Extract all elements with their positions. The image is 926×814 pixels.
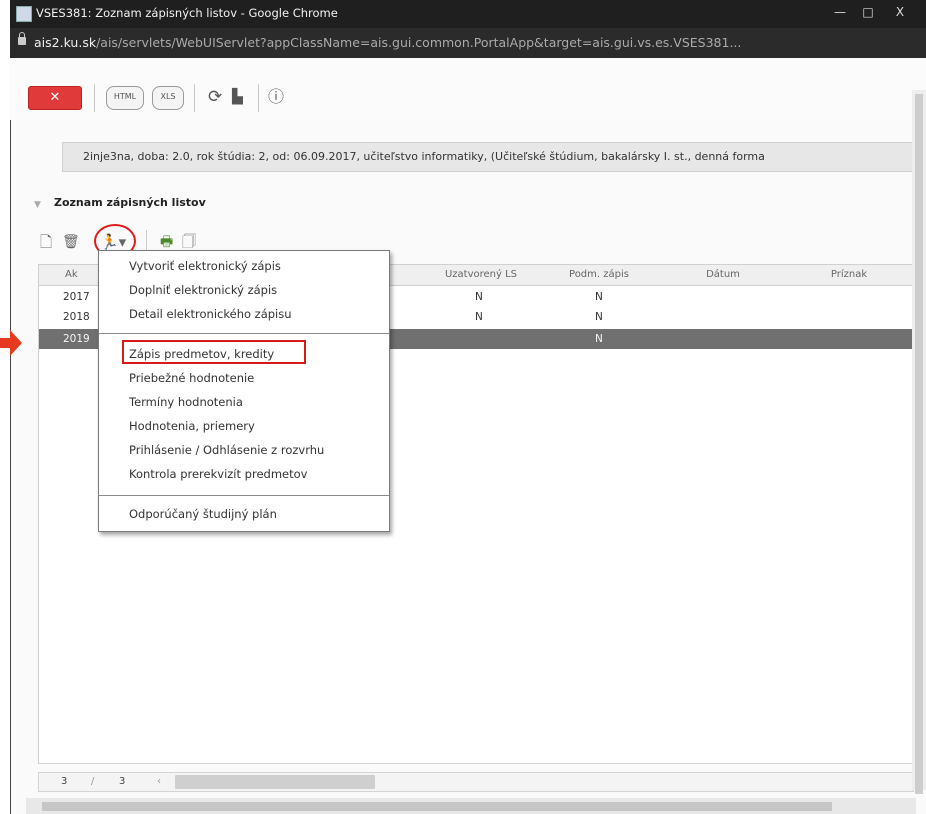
study-info-bar: 2inje3na, doba: 2.0, rok štúdia: 2, od: … bbox=[62, 142, 926, 172]
horizontal-scrollbar[interactable] bbox=[26, 798, 916, 814]
col-header-date[interactable]: Dátum bbox=[661, 265, 786, 286]
scrollbar-thumb[interactable] bbox=[42, 802, 832, 811]
toolbar-divider bbox=[94, 84, 95, 112]
menu-item-highlight-box bbox=[122, 340, 306, 364]
cell-conditional: N bbox=[595, 333, 603, 345]
copy-icon[interactable]: 🗍 bbox=[182, 232, 196, 252]
menu-item-enrollment-detail[interactable]: Detail elektronického zápisu bbox=[129, 307, 292, 321]
menu-divider bbox=[99, 495, 389, 496]
icon-divider bbox=[146, 230, 147, 252]
menu-item-recommended-plan[interactable]: Odporúčaný študijný plán bbox=[129, 507, 277, 521]
vertical-scrollbar[interactable] bbox=[912, 90, 926, 794]
actions-dropdown-menu: Vytvoriť elektronický zápis Doplniť elek… bbox=[98, 250, 390, 532]
col-header-closed[interactable]: Uzatvorený LS bbox=[425, 265, 538, 286]
close-window-button[interactable]: X bbox=[888, 4, 912, 20]
cell-closed: N bbox=[475, 291, 483, 303]
delete-icon[interactable]: 🗑 bbox=[62, 232, 80, 252]
minimize-button[interactable]: — bbox=[828, 4, 852, 20]
address-bar[interactable]: ais2.ku.sk/ais/servlets/WebUIServlet?app… bbox=[10, 28, 926, 58]
toolbar-divider bbox=[258, 84, 259, 112]
url-path: /ais/servlets/WebUIServlet?appClassName=… bbox=[96, 35, 742, 50]
menu-item-evaluation-terms[interactable]: Termíny hodnotenia bbox=[129, 395, 243, 409]
app-icon bbox=[16, 6, 32, 22]
pager-total: 3 bbox=[119, 776, 126, 787]
col-header-flag[interactable]: Príznak bbox=[785, 265, 913, 286]
url-host: ais2.ku.sk bbox=[34, 35, 97, 50]
lock-icon bbox=[18, 32, 26, 45]
pointer-arrow-icon bbox=[0, 330, 22, 356]
cell-year: 2017 bbox=[63, 291, 90, 303]
menu-item-ongoing-evaluation[interactable]: Priebežné hodnotenie bbox=[129, 371, 254, 385]
pager-prev-icon[interactable]: ‹ bbox=[157, 773, 161, 791]
pager-separator: / bbox=[91, 776, 95, 787]
col-header-conditional[interactable]: Podm. zápis bbox=[537, 265, 662, 286]
cell-conditional: N bbox=[595, 291, 603, 303]
pager-scroll-thumb[interactable] bbox=[175, 775, 375, 789]
menu-item-schedule-signup[interactable]: Prihlásenie / Odhlásenie z rozvrhu bbox=[129, 443, 324, 457]
title-bar: VSES381: Zoznam zápisných listov - Googl… bbox=[10, 0, 926, 28]
menu-item-grades-averages[interactable]: Hodnotenia, priemery bbox=[129, 419, 255, 433]
stats-icon[interactable]: ▙ bbox=[232, 86, 243, 108]
cell-year: 2018 bbox=[63, 311, 90, 323]
menu-item-create-enrollment[interactable]: Vytvoriť elektronický zápis bbox=[129, 259, 281, 273]
pager-bar: 3 / 3 ‹ bbox=[38, 772, 914, 792]
cell-year: 2019 bbox=[63, 333, 90, 345]
url-text[interactable]: ais2.ku.sk/ais/servlets/WebUIServlet?app… bbox=[34, 35, 741, 50]
cell-closed: N bbox=[475, 311, 483, 323]
toolbar-divider bbox=[194, 84, 195, 112]
info-icon[interactable]: ⓘ bbox=[268, 86, 284, 108]
menu-item-prerequisites-check[interactable]: Kontrola prerekvizít predmetov bbox=[129, 467, 307, 481]
print-icon[interactable]: 🖶 bbox=[160, 232, 173, 252]
app-toolbar: ✕ HTML XLS ⟳ ▙ ⓘ bbox=[10, 58, 926, 120]
window-title: VSES381: Zoznam zápisných listov - Googl… bbox=[36, 6, 338, 20]
close-app-button[interactable]: ✕ bbox=[28, 86, 82, 110]
refresh-icon[interactable]: ⟳ bbox=[208, 86, 222, 108]
export-xls-button[interactable]: XLS bbox=[152, 86, 184, 110]
menu-divider bbox=[99, 333, 389, 334]
pager-current[interactable]: 3 bbox=[61, 773, 67, 791]
new-record-icon[interactable]: 🗋 bbox=[40, 232, 52, 252]
collapse-icon[interactable]: ▼ bbox=[34, 200, 41, 210]
menu-item-complete-enrollment[interactable]: Doplniť elektronický zápis bbox=[129, 283, 277, 297]
maximize-button[interactable]: □ bbox=[856, 4, 880, 20]
section-title: Zoznam zápisných listov bbox=[54, 196, 206, 209]
scrollbar-thumb[interactable] bbox=[915, 94, 923, 794]
export-html-button[interactable]: HTML bbox=[106, 86, 144, 110]
cell-conditional: N bbox=[595, 311, 603, 323]
